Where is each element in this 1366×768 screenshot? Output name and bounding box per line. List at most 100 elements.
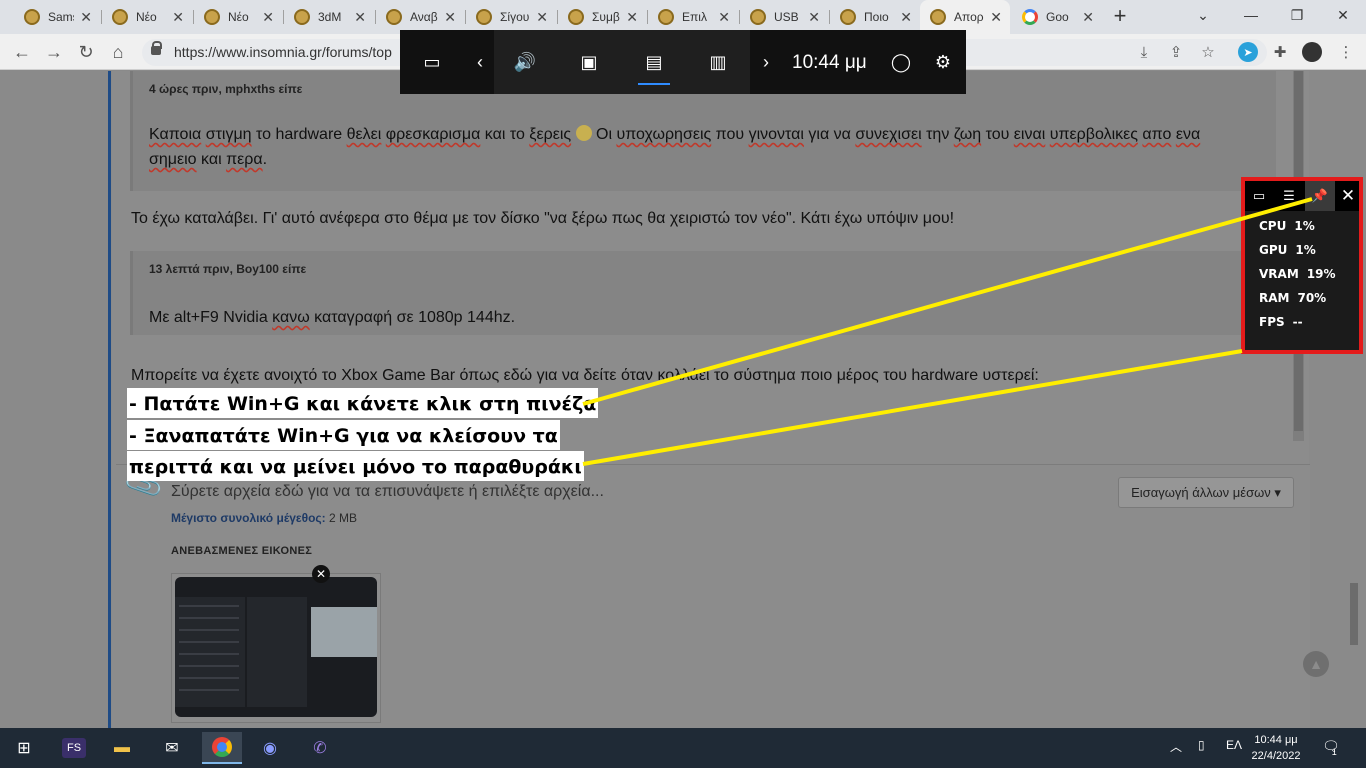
taskbar-clock[interactable]: 10:44 μμ 22/4/2022	[1250, 732, 1302, 764]
tab[interactable]: Goo ✕	[1012, 0, 1102, 34]
close-tab-icon[interactable]: ✕	[354, 9, 366, 26]
close-window-button[interactable]: ✕	[1320, 0, 1366, 30]
close-tab-icon[interactable]: ✕	[990, 9, 1002, 26]
minimize-button[interactable]: —	[1228, 0, 1274, 30]
profile-avatar[interactable]	[1302, 42, 1322, 62]
tab[interactable]: Συμβ ✕	[558, 0, 646, 34]
tab[interactable]: Νέο ✕	[194, 0, 282, 34]
chrome-taskbar-icon[interactable]	[202, 732, 242, 764]
audio-icon[interactable]: 🔊	[513, 50, 537, 74]
close-tab-icon[interactable]: ✕	[1082, 9, 1094, 26]
start-button[interactable]: ⊞	[4, 732, 44, 764]
tab[interactable]: Sams ✕	[14, 0, 100, 34]
insomnia-favicon-icon	[930, 9, 946, 25]
tray-chevron-up-icon[interactable]: ︿	[1170, 738, 1182, 755]
drop-files-text[interactable]: Σύρετε αρχεία εδώ για να τα επισυνάψετε …	[171, 483, 604, 501]
tab-title: USB	[774, 10, 799, 24]
xbox-game-bar: ▭ ‹ 🔊 ▣ ▤ ▥ › ◯ ⚙	[400, 30, 966, 94]
uploaded-image-thumbnail[interactable]	[171, 573, 381, 723]
tab-title: Νέο	[136, 10, 157, 24]
page-scrollbar-thumb[interactable]	[1350, 583, 1358, 645]
close-tab-icon[interactable]: ✕	[718, 9, 730, 26]
insomnia-favicon-icon	[204, 9, 220, 25]
attachments-area[interactable]: 📎 Σύρετε αρχεία εδώ για να τα επισυνάψετ…	[116, 464, 1310, 728]
new-tab-button[interactable]: +	[1108, 5, 1132, 29]
tab-title: Επιλ	[682, 10, 707, 24]
language-indicator[interactable]: ΕΛ	[1226, 738, 1242, 752]
close-tab-icon[interactable]: ✕	[808, 9, 820, 26]
pin-icon[interactable]: 📌	[1305, 181, 1335, 211]
max-size-info: Μέγιστο συνολικό μέγεθος: 2 MB	[171, 511, 358, 525]
share-icon[interactable]: ⇪	[1166, 42, 1186, 62]
fs-app[interactable]: FS	[54, 732, 94, 764]
scroll-top-button[interactable]: ▲	[1303, 651, 1329, 677]
restore-button[interactable]: ❐	[1274, 0, 1320, 30]
tab[interactable]: Νέο ✕	[102, 0, 192, 34]
post-paragraph: Μπορείτε να έχετε ανοιχτό το Xbox Game B…	[131, 367, 1039, 384]
performance-icon[interactable]: ▤	[638, 50, 670, 85]
remove-image-button[interactable]: ✕	[312, 565, 330, 583]
tab[interactable]: Αναβ ✕	[376, 0, 464, 34]
insomnia-favicon-icon	[24, 9, 40, 25]
home-icon[interactable]: ⌂	[106, 40, 130, 64]
tab[interactable]: Ποιο ✕	[830, 0, 920, 34]
performance-display-icon[interactable]: ▭	[1250, 187, 1268, 205]
quote-header[interactable]: 13 λεπτά πριν, Boy100 είπε	[149, 262, 306, 276]
tab[interactable]: USB ✕	[740, 0, 828, 34]
bookmark-star-icon[interactable]: ☆	[1198, 42, 1218, 62]
close-tab-icon[interactable]: ✕	[172, 9, 184, 26]
chevron-right-icon[interactable]: ›	[754, 50, 778, 74]
vram-stat: VRAM 19%	[1259, 267, 1336, 281]
quote-header[interactable]: 4 ώρες πριν, mphxths είπε	[149, 82, 302, 96]
performance-options-icon[interactable]: ☰	[1280, 187, 1298, 205]
capture-icon[interactable]: ▣	[577, 50, 601, 74]
mail-icon[interactable]: ✉	[152, 732, 192, 764]
fs-app-icon: FS	[61, 738, 87, 758]
tab[interactable]: 3dM ✕	[284, 0, 374, 34]
tab[interactable]: Επιλ ✕	[648, 0, 738, 34]
quote-text: Καποια στιγμη το hardware θελει φρεσκαρι…	[149, 125, 1201, 168]
mouse-icon[interactable]: ◯	[889, 50, 913, 74]
close-tab-icon[interactable]: ✕	[536, 9, 548, 26]
quote-text: Με alt+F9 Nvidia κανω καταγραφή σε 1080p…	[149, 309, 516, 326]
chevron-left-icon[interactable]: ‹	[468, 50, 492, 74]
file-explorer-icon[interactable]: ▬	[102, 732, 142, 764]
url-text[interactable]: https://www.insomnia.gr/forums/top	[174, 44, 392, 60]
resources-icon[interactable]: ▥	[706, 50, 730, 74]
insomnia-favicon-icon	[476, 9, 492, 25]
tab-active[interactable]: Απορ ✕	[920, 0, 1010, 34]
discord-icon[interactable]: ◉	[250, 732, 290, 764]
tab-title: Συμβ	[592, 10, 620, 24]
insomnia-favicon-icon	[568, 9, 584, 25]
windows-taskbar: ⊞ FS ▬ ✉ ◉ ✆ ︿ ▯ ΕΛ 10:44 μμ 22/4/2022 🗨1	[0, 728, 1366, 768]
widget-menu-icon[interactable]: ▭	[420, 50, 444, 74]
battery-icon[interactable]: ▯	[1198, 738, 1205, 752]
tab-strip: Sams ✕ Νέο ✕ Νέο ✕ 3dM ✕ Αναβ ✕ Σίγου ✕ Συμβ…	[0, 0, 1366, 34]
insert-media-button[interactable]: Εισαγωγή άλλων μέσων ▾	[1118, 477, 1294, 508]
install-icon[interactable]: ⤓	[1134, 42, 1154, 62]
extensions-icon[interactable]: ✚	[1270, 42, 1290, 62]
insomnia-favicon-icon	[112, 9, 128, 25]
close-tab-icon[interactable]: ✕	[626, 9, 638, 26]
performance-widget: ▭ ☰ 📌 ✕ CPU 1% GPU 1% VRAM 19% RAM 70% FPS --	[1241, 177, 1363, 354]
tab-title: Απορ	[954, 10, 984, 24]
close-icon[interactable]: ✕	[1339, 186, 1357, 205]
lock-icon[interactable]	[151, 41, 162, 55]
settings-icon[interactable]: ⚙	[931, 50, 955, 74]
close-tab-icon[interactable]: ✕	[262, 9, 274, 26]
close-tab-icon[interactable]: ✕	[80, 9, 92, 26]
close-tab-icon[interactable]: ✕	[444, 9, 456, 26]
tab-title: Αναβ	[410, 10, 438, 24]
viber-icon[interactable]: ✆	[300, 732, 340, 764]
tab[interactable]: Σίγου ✕	[466, 0, 556, 34]
tab-search-icon[interactable]: ⌄	[1180, 0, 1226, 30]
close-tab-icon[interactable]: ✕	[900, 9, 912, 26]
telegram-extension-icon[interactable]: ➤	[1238, 42, 1258, 62]
reload-icon[interactable]: ↻	[74, 40, 98, 64]
notification-icon[interactable]: 🗨1	[1322, 738, 1346, 758]
back-icon[interactable]: ←	[10, 40, 34, 64]
gpu-stat: GPU 1%	[1259, 243, 1316, 257]
forward-icon[interactable]: →	[42, 40, 66, 64]
menu-icon[interactable]: ⋮	[1336, 42, 1356, 62]
uploaded-images-heading: ΑΝΕΒΑΣΜΕΝΕΣ ΕΙΚΟΝΕΣ	[171, 545, 313, 557]
